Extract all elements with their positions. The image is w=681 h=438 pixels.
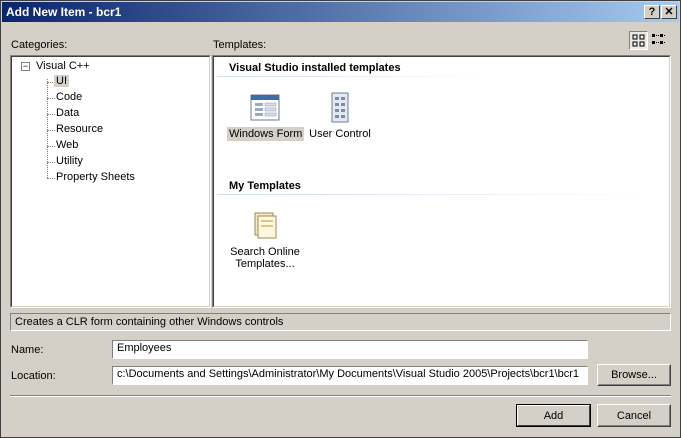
categories-tree[interactable]: − Visual C++ UI Code Data Resource Web U…: [10, 55, 211, 308]
tree-item-resource[interactable]: Resource: [56, 123, 103, 135]
tree-item-data[interactable]: Data: [56, 107, 79, 119]
large-icons-view-icon: [632, 34, 645, 47]
cancel-button[interactable]: Cancel: [597, 404, 671, 427]
tree-item-visual-cpp[interactable]: Visual C++: [36, 60, 90, 72]
template-search-online[interactable]: Search Online Templates...: [223, 210, 307, 270]
separator: [10, 395, 671, 397]
template-label-line2: Templates...: [235, 258, 295, 270]
add-button[interactable]: Add: [516, 404, 591, 427]
my-templates-header: My Templates: [229, 180, 301, 192]
installed-templates-header: Visual Studio installed templates: [229, 62, 401, 74]
tree-item-property-sheets[interactable]: Property Sheets: [56, 171, 135, 183]
template-label: Windows Form: [227, 127, 305, 141]
tree-item-web[interactable]: Web: [56, 139, 78, 151]
user-control-icon: [331, 92, 349, 123]
search-online-templates-icon: [254, 212, 277, 239]
template-label: User Control: [309, 128, 371, 140]
large-icons-view-button[interactable]: [629, 31, 648, 50]
window-title: Add New Item - bcr1: [6, 5, 122, 19]
cancel-button-label: Cancel: [616, 409, 652, 422]
templates-label: Templates:: [213, 39, 267, 51]
close-button[interactable]: ✕: [661, 5, 677, 19]
name-label: Name:: [11, 344, 44, 356]
template-description: Creates a CLR form containing other Wind…: [10, 313, 671, 331]
windows-form-icon: [250, 94, 280, 121]
template-windows-form[interactable]: Windows Form: [227, 92, 305, 141]
tree-item-ui[interactable]: UI: [54, 75, 69, 87]
categories-label: Categories:: [11, 39, 68, 51]
add-button-label: Add: [543, 409, 564, 422]
help-button[interactable]: ?: [644, 5, 660, 19]
small-icons-view-button[interactable]: [650, 31, 669, 50]
location-input[interactable]: c:\Documents and Settings\Administrator\…: [112, 366, 588, 385]
tree-item-code[interactable]: Code: [56, 91, 82, 103]
template-label: Search Online: [230, 246, 300, 258]
title-bar[interactable]: Add New Item - bcr1 ? ✕: [2, 2, 679, 22]
template-user-control[interactable]: User Control: [305, 92, 375, 140]
name-input[interactable]: Employees: [112, 340, 588, 359]
templates-list[interactable]: Visual Studio installed templates Window…: [212, 55, 671, 308]
add-new-item-dialog: Add New Item - bcr1 ? ✕ Categories: − Vi…: [0, 0, 681, 438]
tree-collapse-icon[interactable]: −: [21, 62, 30, 71]
location-label: Location:: [11, 370, 56, 382]
browse-button-label: Browse...: [611, 369, 657, 381]
browse-button[interactable]: Browse...: [597, 364, 671, 386]
tree-item-utility[interactable]: Utility: [56, 155, 83, 167]
small-icons-view-icon: [652, 34, 666, 44]
